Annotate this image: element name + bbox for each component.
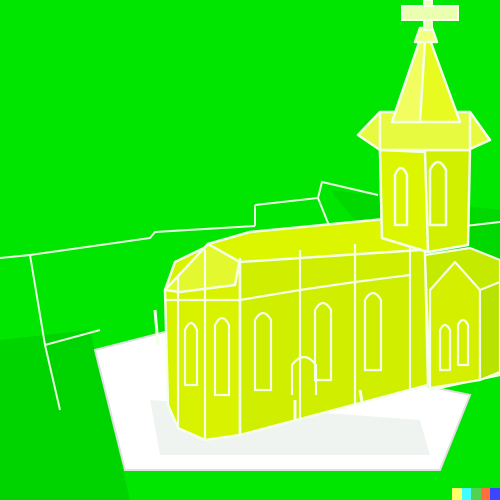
church-chapel	[423, 246, 500, 392]
church-model-illustration	[0, 0, 500, 500]
watermark-swatch-green	[471, 488, 481, 500]
watermark-swatch-blue	[490, 488, 500, 500]
watermark-swatch-cyan	[461, 488, 472, 500]
watermark-swatch-yellow	[452, 488, 462, 500]
watermark-color-bar	[452, 488, 500, 500]
watermark-swatch-orange	[480, 488, 491, 500]
